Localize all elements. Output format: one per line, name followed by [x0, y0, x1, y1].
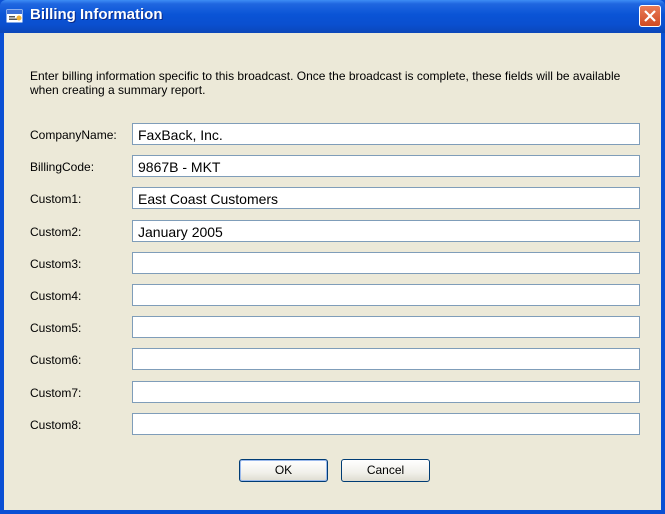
- custom8-label: Custom8:: [30, 418, 82, 432]
- instructions-text: Enter billing information specific to th…: [30, 69, 621, 97]
- custom2-field[interactable]: January 2005: [132, 220, 640, 242]
- custom3-label: Custom3:: [30, 257, 82, 271]
- ok-button[interactable]: OK: [239, 459, 328, 482]
- custom1-field[interactable]: East Coast Customers: [132, 187, 640, 209]
- custom6-field[interactable]: [132, 348, 640, 370]
- custom2-label: Custom2:: [30, 225, 82, 239]
- custom4-label: Custom4:: [30, 289, 82, 303]
- dialog-body: Enter billing information specific to th…: [4, 33, 661, 510]
- app-window-icon: [6, 7, 24, 25]
- window-bottom-border: [0, 510, 665, 514]
- company-name-field[interactable]: FaxBack, Inc.: [132, 123, 640, 145]
- billing-code-field[interactable]: 9867B - MKT: [132, 155, 640, 177]
- title-bar[interactable]: Billing Information: [0, 0, 665, 33]
- cancel-button[interactable]: Cancel: [341, 459, 430, 482]
- close-button[interactable]: [639, 5, 661, 27]
- custom7-field[interactable]: [132, 381, 640, 403]
- custom6-label: Custom6:: [30, 353, 82, 367]
- custom8-field[interactable]: [132, 413, 640, 435]
- custom5-label: Custom5:: [30, 321, 82, 335]
- close-x-icon: [644, 10, 656, 22]
- company-name-label: CompanyName:: [30, 128, 117, 142]
- custom3-field[interactable]: [132, 252, 640, 274]
- window-title: Billing Information: [30, 6, 163, 23]
- custom5-field[interactable]: [132, 316, 640, 338]
- custom7-label: Custom7:: [30, 386, 82, 400]
- billing-information-dialog: Billing Information Enter billing inform…: [0, 0, 665, 514]
- billing-code-label: BillingCode:: [30, 160, 95, 174]
- custom4-field[interactable]: [132, 284, 640, 306]
- custom1-label: Custom1:: [30, 192, 82, 206]
